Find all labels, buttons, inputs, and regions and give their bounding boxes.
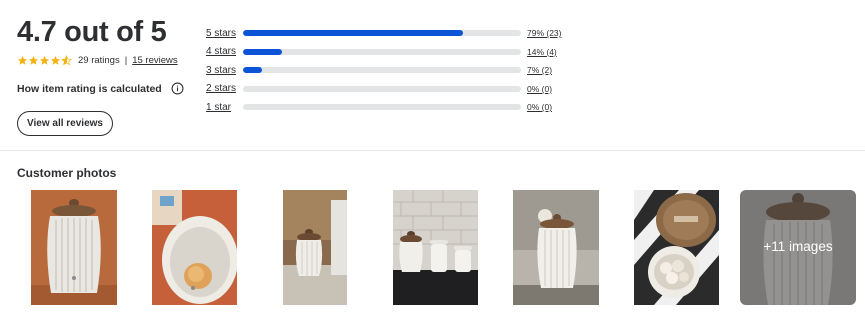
- customer-photo[interactable]: [634, 190, 719, 305]
- star-icon: [17, 55, 28, 65]
- rating-summary: 4.7 out of 5 29 ratings | 15 reviews How…: [17, 14, 202, 136]
- half-star-icon: [61, 54, 72, 65]
- photo-image: [393, 190, 478, 305]
- distribution-label[interactable]: 1 star: [206, 102, 243, 113]
- how-rating-calculated: How item rating is calculated: [17, 82, 202, 95]
- photo-image: [634, 190, 719, 305]
- photo-image: [152, 190, 237, 305]
- distribution-label[interactable]: 4 stars: [206, 46, 243, 57]
- distribution-row-2[interactable]: 2 stars 0% (0): [206, 80, 566, 99]
- distribution-value[interactable]: 7% (2): [527, 65, 552, 75]
- photo-image: [283, 190, 347, 305]
- distribution-value[interactable]: 0% (0): [527, 84, 552, 94]
- distribution-row-4[interactable]: 4 stars 14% (4): [206, 43, 566, 62]
- customer-photo[interactable]: [393, 190, 478, 305]
- photo-image: [513, 190, 599, 305]
- star-icon: [28, 55, 39, 65]
- distribution-value[interactable]: 0% (0): [527, 102, 552, 112]
- customer-photos-title: Customer photos: [17, 166, 117, 180]
- distribution-label[interactable]: 3 stars: [206, 65, 243, 76]
- distribution-bar-track: [243, 85, 521, 92]
- star-icon: [39, 55, 50, 65]
- customer-photo[interactable]: [152, 190, 237, 305]
- customer-photo[interactable]: [513, 190, 599, 305]
- rating-row: 29 ratings | 15 reviews: [17, 53, 202, 67]
- distribution-label[interactable]: 5 stars: [206, 28, 243, 39]
- distribution-value[interactable]: 79% (23): [527, 28, 562, 38]
- how-rating-label: How item rating is calculated: [17, 82, 162, 95]
- star-icon: [50, 55, 61, 65]
- distribution-row-3[interactable]: 3 stars 7% (2): [206, 61, 566, 80]
- distribution-bar-fill: [243, 48, 282, 55]
- more-images-label: +11 images: [763, 239, 833, 254]
- ratings-count: 29 ratings: [78, 54, 120, 66]
- info-icon[interactable]: [171, 82, 184, 95]
- customer-photo[interactable]: [31, 190, 117, 305]
- more-images-button[interactable]: +11 images: [740, 190, 856, 305]
- customer-photo[interactable]: [283, 190, 347, 305]
- distribution-bar-fill: [243, 30, 463, 37]
- average-rating: 4.7 out of 5: [17, 16, 167, 48]
- distribution-bar-track: [243, 30, 521, 37]
- distribution-row-1[interactable]: 1 star 0% (0): [206, 98, 566, 117]
- section-divider: [0, 150, 865, 151]
- separator: |: [124, 54, 128, 66]
- distribution-bar-track: [243, 67, 521, 74]
- distribution-value[interactable]: 14% (4): [527, 47, 557, 57]
- distribution-bar-track: [243, 104, 521, 111]
- distribution-row-5[interactable]: 5 stars 79% (23): [206, 24, 566, 43]
- distribution-bar-fill: [243, 67, 263, 74]
- star-rating: [17, 54, 72, 66]
- distribution-label[interactable]: 2 stars: [206, 83, 243, 94]
- customer-photos: +11 images: [0, 190, 865, 305]
- photo-image: [31, 190, 117, 305]
- view-all-reviews-button[interactable]: View all reviews: [17, 111, 113, 136]
- rating-distribution: 5 stars 79% (23) 4 stars 14% (4) 3 stars…: [206, 24, 566, 117]
- distribution-bar-track: [243, 48, 521, 55]
- reviews-link[interactable]: 15 reviews: [132, 55, 177, 66]
